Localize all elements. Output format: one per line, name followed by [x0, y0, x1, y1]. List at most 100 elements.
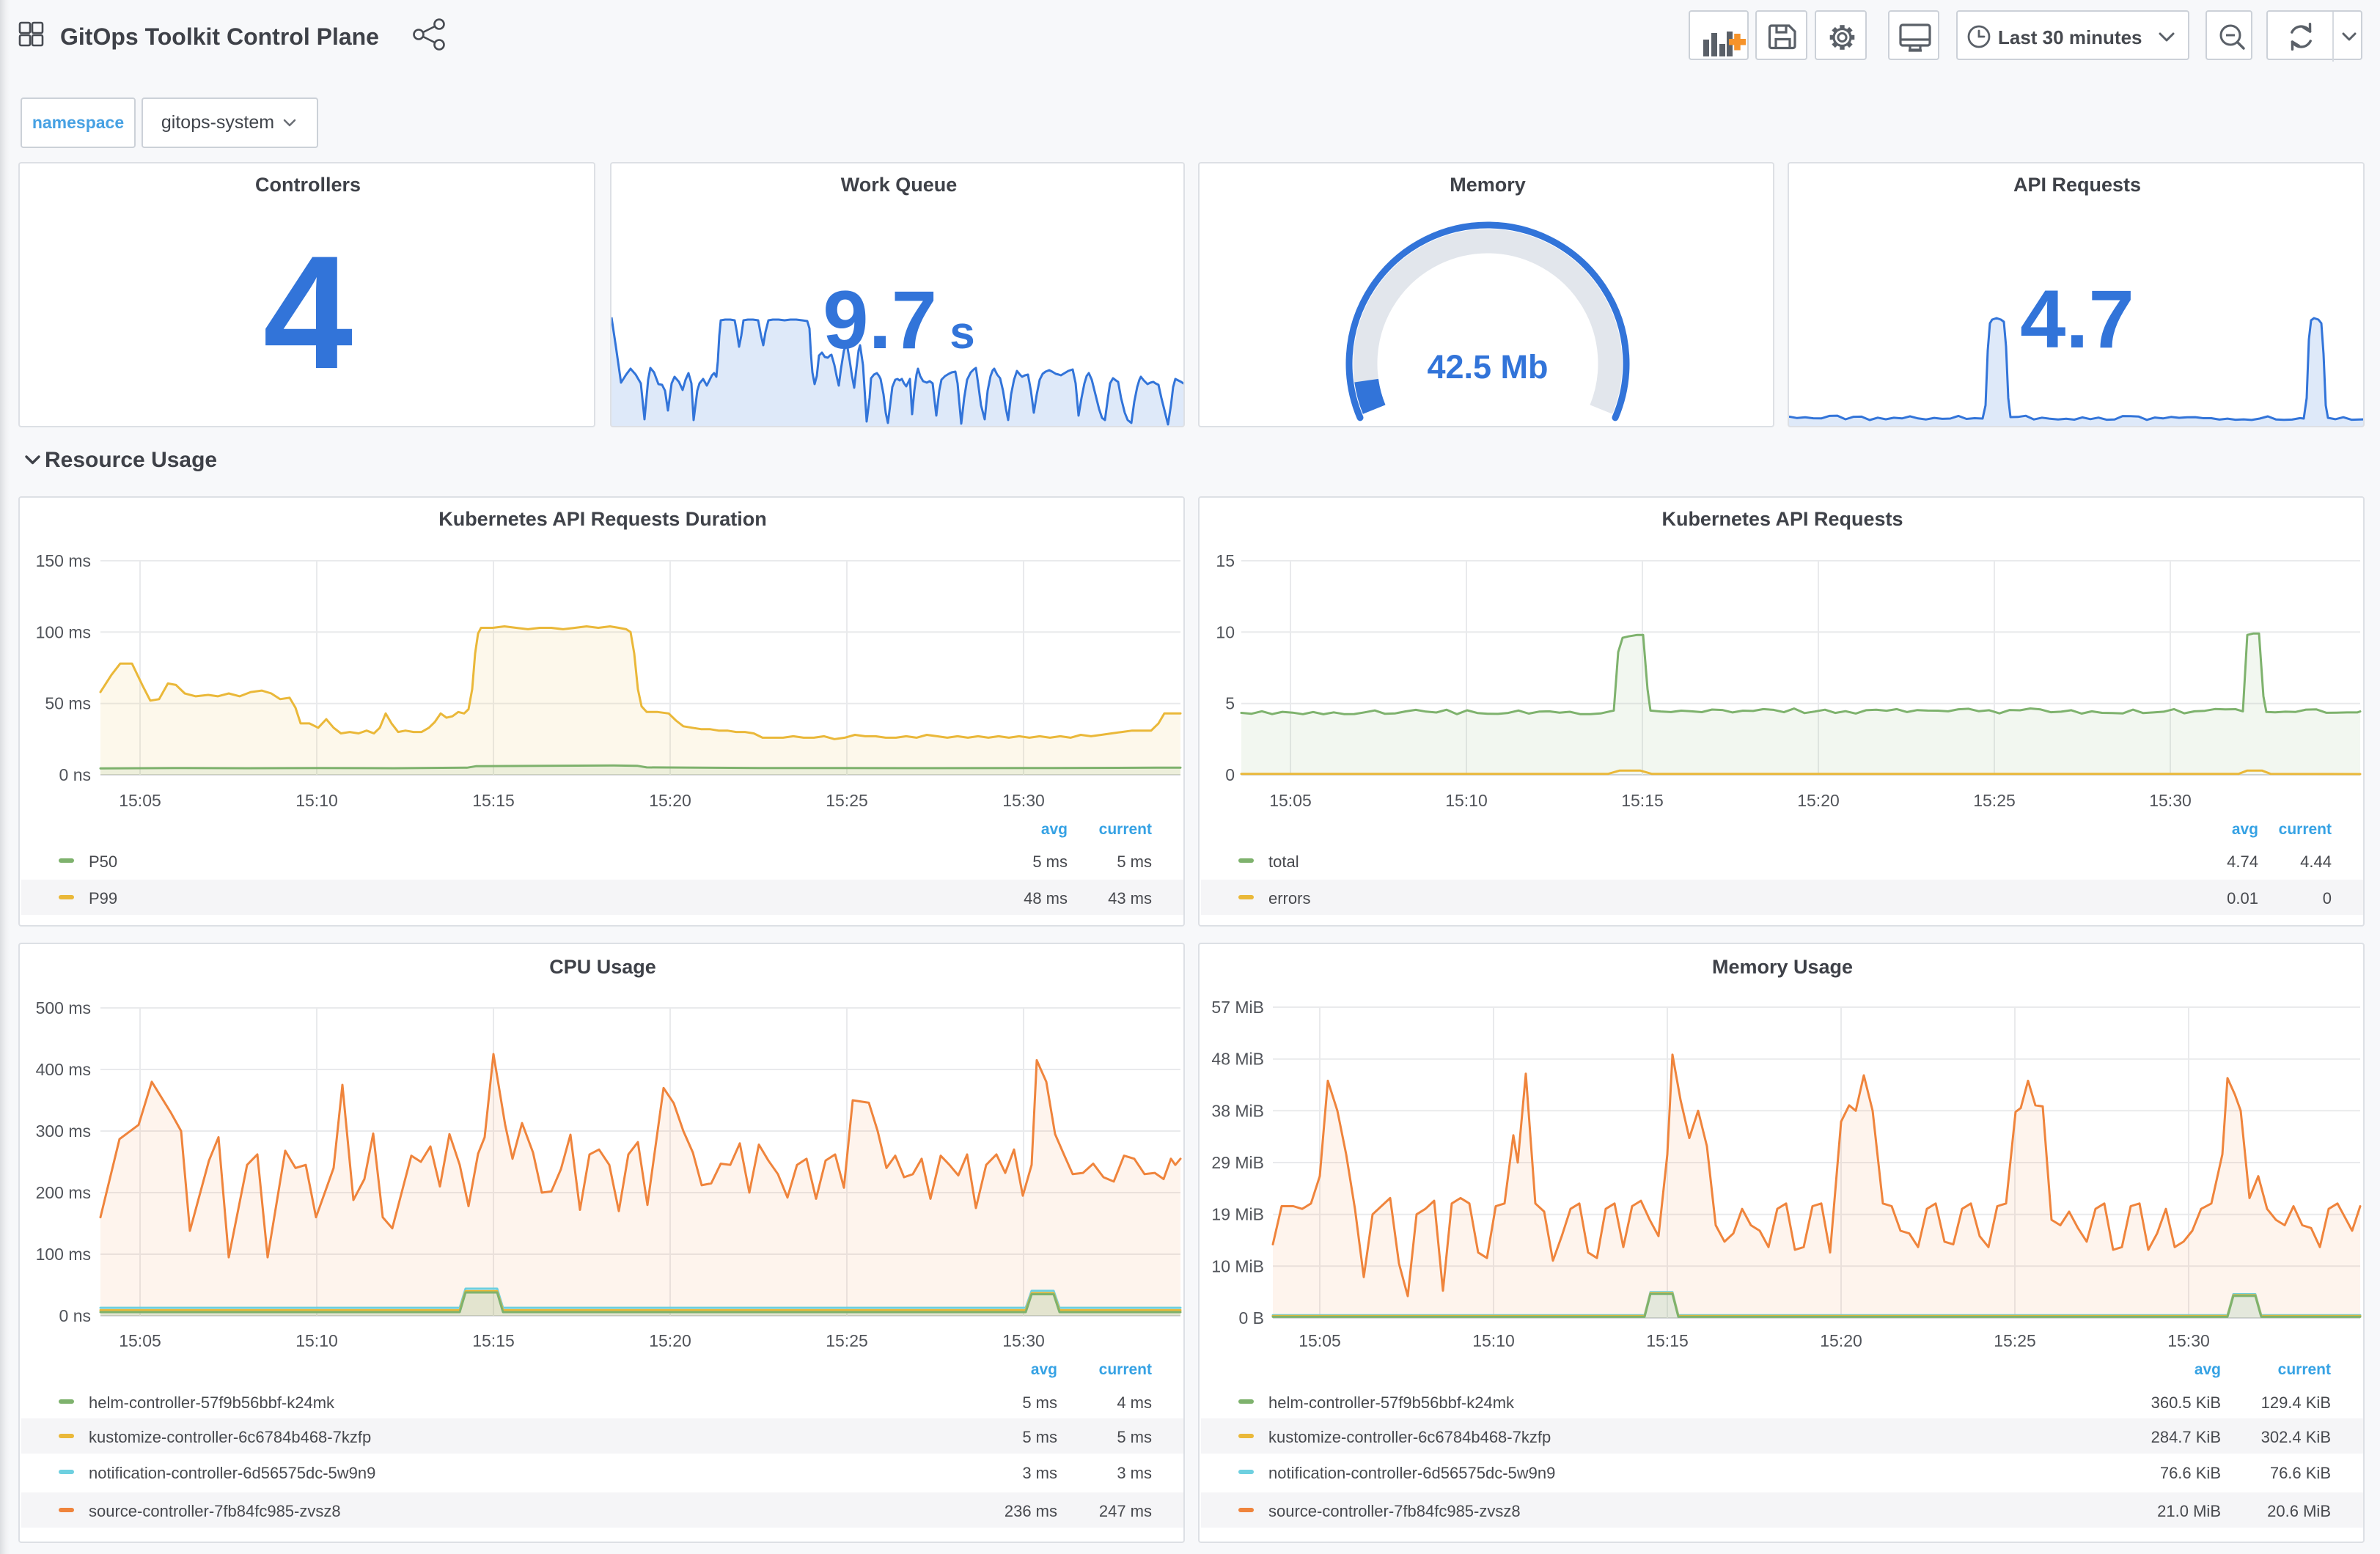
- svg-text:Memory Usage: Memory Usage: [1712, 956, 1853, 978]
- svg-text:302.4 KiB: 302.4 KiB: [2261, 1428, 2331, 1446]
- svg-text:P99: P99: [89, 889, 117, 907]
- svg-text:15:10: 15:10: [295, 791, 338, 810]
- svg-text:avg: avg: [2232, 821, 2258, 838]
- svg-text:500 ms: 500 ms: [36, 998, 91, 1017]
- svg-text:API Requests: API Requests: [2013, 174, 2141, 196]
- svg-text:15:20: 15:20: [649, 1331, 691, 1350]
- svg-text:P50: P50: [89, 853, 117, 871]
- svg-text:avg: avg: [1031, 1361, 1057, 1378]
- svg-text:Controllers: Controllers: [255, 174, 361, 196]
- svg-text:3 ms: 3 ms: [1022, 1464, 1057, 1482]
- svg-text:10: 10: [1216, 622, 1235, 641]
- svg-text:source-controller-7fb84fc985-z: source-controller-7fb84fc985-zvsz8: [1268, 1502, 1521, 1520]
- svg-text:helm-controller-57f9b56bbf-k24: helm-controller-57f9b56bbf-k24mk: [89, 1393, 335, 1412]
- svg-text:284.7 KiB: 284.7 KiB: [2151, 1428, 2221, 1446]
- svg-text:avg: avg: [1041, 821, 1068, 838]
- svg-text:15: 15: [1216, 551, 1235, 570]
- svg-text:0 ns: 0 ns: [59, 765, 91, 784]
- svg-text:0 ns: 0 ns: [59, 1306, 91, 1325]
- svg-text:5 ms: 5 ms: [1117, 853, 1152, 871]
- svg-text:15:15: 15:15: [472, 791, 515, 810]
- svg-text:0: 0: [1225, 765, 1235, 784]
- svg-text:10 MiB: 10 MiB: [1211, 1256, 1264, 1275]
- svg-text:Resource Usage: Resource Usage: [45, 448, 217, 472]
- svg-text:300 ms: 300 ms: [36, 1122, 91, 1141]
- svg-text:15:25: 15:25: [826, 791, 868, 810]
- svg-text:5 ms: 5 ms: [1022, 1393, 1057, 1412]
- svg-text:15:10: 15:10: [295, 1331, 338, 1350]
- svg-text:4: 4: [263, 222, 353, 402]
- svg-text:20.6 MiB: 20.6 MiB: [2267, 1502, 2331, 1520]
- svg-text:150 ms: 150 ms: [36, 551, 91, 570]
- svg-text:kustomize-controller-6c6784b46: kustomize-controller-6c6784b468-7kzfp: [1268, 1428, 1551, 1446]
- svg-text:200 ms: 200 ms: [36, 1183, 91, 1202]
- svg-text:15:10: 15:10: [1445, 791, 1488, 810]
- svg-text:100 ms: 100 ms: [36, 1245, 91, 1264]
- svg-text:100 ms: 100 ms: [36, 622, 91, 641]
- svg-text:errors: errors: [1268, 889, 1310, 907]
- svg-text:5 ms: 5 ms: [1117, 1428, 1152, 1446]
- svg-text:29 MiB: 29 MiB: [1211, 1153, 1264, 1172]
- svg-text:21.0 MiB: 21.0 MiB: [2157, 1502, 2221, 1520]
- svg-text:0: 0: [2323, 889, 2332, 907]
- svg-text:4.44: 4.44: [2300, 853, 2332, 871]
- svg-text:4.74: 4.74: [2227, 853, 2258, 871]
- svg-text:notification-controller-6d5657: notification-controller-6d56575dc-5w9n9: [1268, 1464, 1555, 1482]
- svg-text:76.6 KiB: 76.6 KiB: [2160, 1464, 2221, 1482]
- svg-text:4 ms: 4 ms: [1117, 1393, 1152, 1412]
- svg-text:57 MiB: 57 MiB: [1211, 998, 1264, 1017]
- svg-text:Work Queue: Work Queue: [841, 174, 958, 196]
- svg-text:kustomize-controller-6c6784b46: kustomize-controller-6c6784b468-7kzfp: [89, 1428, 371, 1446]
- svg-text:15:05: 15:05: [119, 791, 161, 810]
- svg-text:avg: avg: [2194, 1361, 2221, 1378]
- svg-text:9.7 s: 9.7 s: [823, 274, 974, 366]
- svg-text:15:05: 15:05: [119, 1331, 161, 1350]
- svg-text:15:20: 15:20: [649, 791, 691, 810]
- svg-text:source-controller-7fb84fc985-z: source-controller-7fb84fc985-zvsz8: [89, 1502, 341, 1520]
- svg-text:15:30: 15:30: [1002, 1331, 1045, 1350]
- svg-text:3 ms: 3 ms: [1117, 1464, 1152, 1482]
- svg-text:43 ms: 43 ms: [1108, 889, 1152, 907]
- svg-text:15:10: 15:10: [1472, 1331, 1515, 1350]
- svg-text:15:30: 15:30: [2167, 1331, 2210, 1350]
- svg-text:15:15: 15:15: [472, 1331, 515, 1350]
- svg-text:15:05: 15:05: [1269, 791, 1312, 810]
- svg-text:15:25: 15:25: [826, 1331, 868, 1350]
- svg-text:15:05: 15:05: [1299, 1331, 1341, 1350]
- svg-text:247 ms: 247 ms: [1099, 1502, 1152, 1520]
- svg-text:5: 5: [1225, 694, 1235, 713]
- svg-text:helm-controller-57f9b56bbf-k24: helm-controller-57f9b56bbf-k24mk: [1268, 1393, 1515, 1412]
- svg-text:0 B: 0 B: [1238, 1308, 1264, 1327]
- svg-text:129.4 KiB: 129.4 KiB: [2261, 1393, 2331, 1412]
- svg-text:48 ms: 48 ms: [1024, 889, 1068, 907]
- svg-text:48 MiB: 48 MiB: [1211, 1050, 1264, 1069]
- svg-text:Kubernetes API Requests Durati: Kubernetes API Requests Duration: [438, 508, 767, 530]
- svg-text:current: current: [2279, 821, 2332, 838]
- svg-text:76.6 KiB: 76.6 KiB: [2270, 1464, 2331, 1482]
- svg-text:15:20: 15:20: [1820, 1331, 1862, 1350]
- svg-text:current: current: [2278, 1361, 2331, 1378]
- svg-text:Last 30 minutes: Last 30 minutes: [1998, 26, 2142, 48]
- svg-text:236 ms: 236 ms: [1004, 1502, 1057, 1520]
- svg-text:42.5 Mb: 42.5 Mb: [1427, 348, 1548, 386]
- svg-text:400 ms: 400 ms: [36, 1060, 91, 1079]
- svg-text:15:30: 15:30: [1002, 791, 1045, 810]
- svg-text:5 ms: 5 ms: [1032, 853, 1068, 871]
- svg-text:15:15: 15:15: [1621, 791, 1664, 810]
- svg-text:notification-controller-6d5657: notification-controller-6d56575dc-5w9n9: [89, 1464, 375, 1482]
- svg-text:50 ms: 50 ms: [45, 694, 91, 713]
- svg-text:360.5 KiB: 360.5 KiB: [2151, 1393, 2221, 1412]
- svg-text:5 ms: 5 ms: [1022, 1428, 1057, 1446]
- svg-text:15:20: 15:20: [1797, 791, 1840, 810]
- svg-text:current: current: [1099, 821, 1152, 838]
- svg-text:15:15: 15:15: [1646, 1331, 1689, 1350]
- svg-text:15:25: 15:25: [1994, 1331, 2036, 1350]
- svg-text:15:25: 15:25: [1973, 791, 2016, 810]
- svg-text:4.7: 4.7: [2020, 273, 2134, 365]
- svg-text:38 MiB: 38 MiB: [1211, 1101, 1264, 1120]
- svg-text:0.01: 0.01: [2227, 889, 2258, 907]
- svg-text:15:30: 15:30: [2149, 791, 2192, 810]
- svg-text:total: total: [1268, 853, 1299, 871]
- svg-text:Kubernetes API Requests: Kubernetes API Requests: [1661, 508, 1903, 530]
- svg-text:Memory: Memory: [1450, 174, 1526, 196]
